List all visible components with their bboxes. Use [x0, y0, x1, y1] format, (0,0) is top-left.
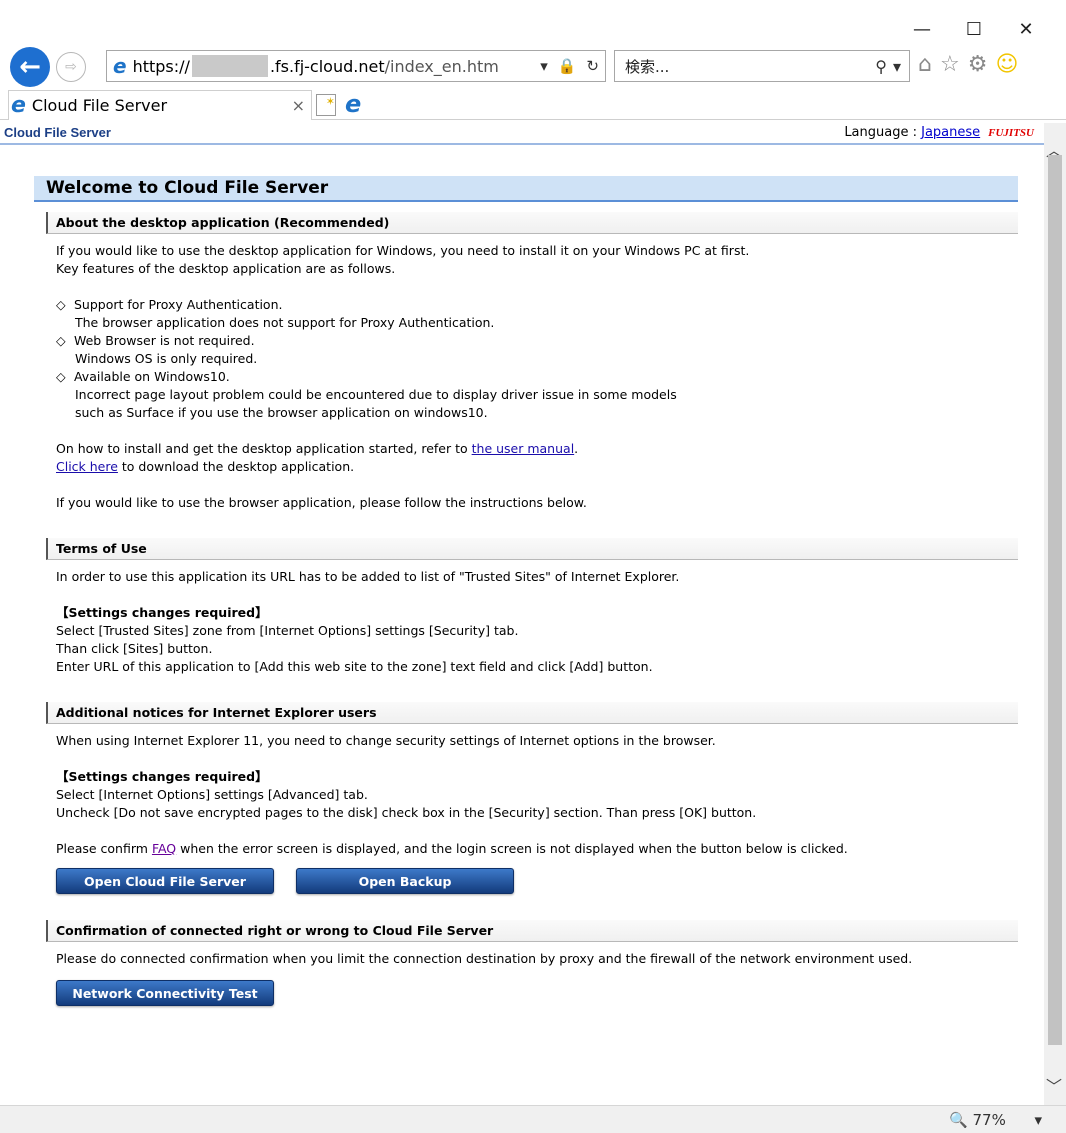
desktop-download-info: On how to install and get the desktop ap…	[56, 441, 579, 474]
diamond-icon: ◇	[56, 369, 66, 384]
ie-new-window-icon[interactable]: e	[345, 90, 361, 118]
language-selector: Language : Japanese FUJITSU	[844, 125, 1034, 140]
section-heading-ie: Additional notices for Internet Explorer…	[46, 702, 1018, 724]
navigation-bar: ← ⇨ e https:// .fs.fj-cloud.net /index_e…	[0, 44, 1066, 90]
settings-icon[interactable]: ⚙	[968, 52, 988, 77]
status-bar: 🔍 77% ▾	[0, 1105, 1066, 1133]
fujitsu-logo: FUJITSU	[988, 127, 1034, 139]
list-item: ◇ Support for Proxy Authentication.	[56, 297, 283, 312]
faq-note: Please confirm FAQ when the error screen…	[56, 841, 848, 856]
address-protocol: https://	[132, 56, 190, 76]
feedback-icon[interactable]: ☺	[995, 52, 1018, 77]
ie-logo-icon: e	[113, 54, 127, 78]
refresh-icon[interactable]: ↻	[586, 57, 599, 75]
search-icon[interactable]: ⚲	[875, 57, 887, 76]
user-manual-link[interactable]: the user manual	[472, 441, 575, 456]
scroll-thumb[interactable]	[1048, 155, 1062, 1045]
minimize-button[interactable]: —	[896, 14, 948, 44]
tab-cloud-file-server[interactable]: e Cloud File Server ×	[8, 90, 312, 120]
diamond-icon: ◇	[56, 297, 66, 312]
search-box[interactable]: 検索... ⚲ ▾	[614, 50, 910, 82]
address-redacted	[191, 55, 268, 77]
back-icon[interactable]: ←	[10, 47, 50, 87]
address-dropdown-icon[interactable]: ▾	[540, 57, 548, 75]
tab-bar: e Cloud File Server × ✶ e	[0, 90, 1066, 120]
tab-close-icon[interactable]: ×	[292, 96, 305, 115]
language-label: Language :	[844, 125, 922, 140]
close-button[interactable]: ✕	[1000, 14, 1052, 44]
search-dropdown-icon[interactable]: ▾	[893, 57, 901, 76]
network-connectivity-test-button[interactable]: Network Connectivity Test	[56, 980, 274, 1006]
favorites-icon[interactable]: ☆	[940, 52, 960, 77]
zoom-control[interactable]: 🔍 77% ▾	[949, 1111, 1042, 1129]
ie-tab-icon: e	[11, 93, 26, 118]
forward-icon[interactable]: ⇨	[56, 52, 86, 82]
feature-list: ◇ Support for Proxy Authentication. The …	[56, 296, 1018, 422]
lock-icon[interactable]: 🔒	[558, 57, 577, 75]
new-tab-icon[interactable]: ✶	[316, 94, 336, 116]
main-content: Welcome to Cloud File Server About the d…	[34, 176, 1018, 1006]
section-heading-connect: Confirmation of connected right or wrong…	[46, 920, 1018, 942]
list-item: ◇ Web Browser is not required.	[56, 333, 255, 348]
zoom-icon: 🔍	[949, 1111, 968, 1129]
scroll-down-icon[interactable]: ﹀	[1046, 1073, 1062, 1097]
ie-settings: 【Settings changes required】 Select [Inte…	[56, 769, 757, 820]
home-icon[interactable]: ⌂	[918, 52, 932, 77]
window-controls: — ☐ ✕	[896, 14, 1052, 44]
list-item: ◇ Available on Windows10.	[56, 369, 230, 384]
open-backup-button[interactable]: Open Backup	[296, 868, 514, 894]
terms-settings: 【Settings changes required】 Select [Trus…	[56, 605, 653, 674]
desktop-intro: If you would like to use the desktop app…	[56, 243, 750, 276]
download-link[interactable]: Click here	[56, 459, 118, 474]
zoom-level: 77%	[972, 1111, 1006, 1129]
vertical-scrollbar[interactable]: ︿ ﹀	[1044, 123, 1066, 1105]
page-header: Cloud File Server Language : Japanese FUJ…	[0, 123, 1044, 145]
ie-intro: When using Internet Explorer 11, you nee…	[56, 733, 716, 748]
maximize-button[interactable]: ☐	[948, 14, 1000, 44]
toolbar-icons: ⌂ ☆ ⚙ ☺	[918, 52, 1018, 77]
faq-link[interactable]: FAQ	[152, 841, 176, 856]
terms-intro: In order to use this application its URL…	[56, 569, 680, 584]
search-input[interactable]: 検索...	[625, 56, 669, 77]
brand-title: Cloud File Server	[4, 125, 111, 140]
address-path: /index_en.htm	[384, 56, 499, 76]
zoom-dropdown-icon[interactable]: ▾	[1034, 1111, 1042, 1129]
section-heading-terms: Terms of Use	[46, 538, 1018, 560]
open-buttons: Open Cloud File Server Open Backup	[56, 868, 1018, 894]
browser-note: If you would like to use the browser app…	[56, 495, 587, 510]
welcome-title: Welcome to Cloud File Server	[34, 176, 1018, 202]
tab-title: Cloud File Server	[31, 96, 168, 115]
connect-intro: Please do connected confirmation when yo…	[56, 951, 913, 966]
section-heading-desktop: About the desktop application (Recommend…	[46, 212, 1018, 234]
address-host: .fs.fj-cloud.net	[269, 56, 385, 76]
language-link-japanese[interactable]: Japanese	[921, 125, 980, 140]
diamond-icon: ◇	[56, 333, 66, 348]
address-bar[interactable]: e https:// .fs.fj-cloud.net /index_en.ht…	[106, 50, 606, 82]
open-cloud-file-server-button[interactable]: Open Cloud File Server	[56, 868, 274, 894]
